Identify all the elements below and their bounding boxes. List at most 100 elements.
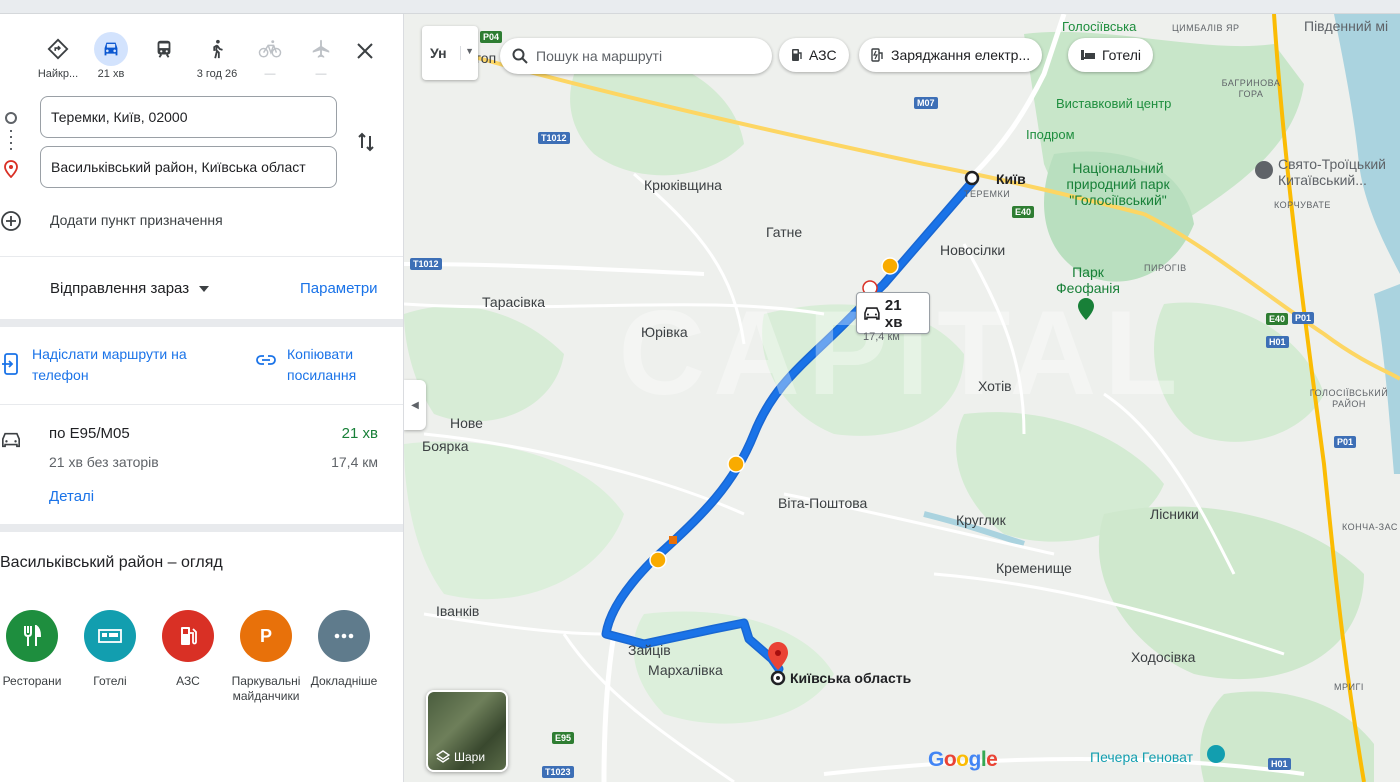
map-canvas[interactable]: CAPITAL Київ ТЕРЕМКИ Київська область Кр… <box>404 14 1400 782</box>
hotel-icon <box>84 610 136 662</box>
more-icon <box>318 610 370 662</box>
road-shield: E40 <box>1266 313 1289 325</box>
map-label-boiarka: Боярка <box>422 438 469 454</box>
parking-icon: P <box>240 610 292 662</box>
route-options-link[interactable]: Параметри <box>300 280 378 297</box>
map-label-koncha: КОНЧА-ЗАС <box>1342 522 1398 532</box>
train-icon <box>147 32 181 66</box>
link-icon <box>256 355 276 365</box>
mode-car[interactable]: 21 хв <box>86 32 136 80</box>
map-label-kruhlyk: Круглик <box>956 512 1006 528</box>
map-label-pivdennyi: Південний мі <box>1304 18 1389 34</box>
road-shield: T1012 <box>538 132 570 144</box>
category-more[interactable]: Докладніше <box>304 610 384 689</box>
mode-walk[interactable]: 3 год 26 <box>192 32 242 80</box>
destination-pin-icon <box>4 160 18 183</box>
car-icon <box>1 432 20 448</box>
map-label-hatne: Гатне <box>766 224 803 240</box>
map-label-pechera: Печера Геноват <box>1090 749 1194 765</box>
map-label-national-park: Національний природний парк "Голосіївськ… <box>1066 160 1170 208</box>
chip-hotels[interactable]: Готелі <box>1068 38 1153 72</box>
map-label-hop: гоп <box>476 50 497 66</box>
depart-label: Відправлення зараз <box>50 280 190 297</box>
map-label-novosilky: Новосілки <box>940 242 1006 258</box>
map-label-sviato-troitskyi: Свято-Троїцький Китаївський... <box>1278 156 1386 188</box>
chip-ev-charging[interactable]: Заряджання електр... <box>859 38 1043 72</box>
chip-gas-stations[interactable]: АЗС <box>779 38 849 72</box>
add-destination-button[interactable]: Додати пункт призначення <box>0 206 403 236</box>
caret-down-icon: ▼ <box>460 46 474 60</box>
origin-circle-icon <box>5 112 17 124</box>
search-along-route-input[interactable]: Пошук на маршруті <box>500 38 772 74</box>
route-inputs: Теремки, Київ, 02000 Васильківський райо… <box>0 96 403 196</box>
road-shield: E95 <box>552 732 575 744</box>
map-label-zaitsiv: Зайців <box>628 642 671 658</box>
mode-bike[interactable]: — <box>245 32 295 80</box>
language-label: Ун <box>430 45 447 61</box>
add-destination-label: Додати пункт призначення <box>50 212 223 228</box>
layers-label: Шари <box>454 750 486 764</box>
route-details-link[interactable]: Деталі <box>49 488 94 505</box>
bicycle-icon <box>253 32 287 66</box>
ev-charging-icon <box>871 48 883 62</box>
layers-button[interactable]: Шари <box>426 690 508 772</box>
mode-best[interactable]: Найкр... <box>33 32 83 80</box>
collapse-panel-button[interactable]: ◀ <box>404 380 426 430</box>
language-selector[interactable]: Ун ▼ <box>422 26 478 80</box>
map-base-layer <box>404 14 1400 782</box>
map-label-ivankiv: Іванків <box>436 603 480 619</box>
overview-title: Васильківський район – огляд <box>0 554 223 571</box>
depart-now-dropdown[interactable]: Відправлення зараз <box>50 280 210 297</box>
layers-icon <box>436 750 450 763</box>
map-label-yurivka: Юрівка <box>641 324 688 340</box>
route-option-card[interactable]: по E95/M05 21 хв 21 хв без заторів 17,4 … <box>0 420 403 530</box>
route-time-bubble[interactable]: 21 хв 17,4 км <box>856 292 930 343</box>
mode-transit[interactable] <box>139 32 189 68</box>
google-logo: Google <box>928 748 998 771</box>
send-to-phone-link[interactable]: Надіслати маршрути на телефон <box>32 344 232 386</box>
map-label-bahrynova: БАГРИНОВА ГОРА <box>1221 78 1281 99</box>
destination-input[interactable]: Васильківський район, Київська област <box>40 146 337 188</box>
divider <box>0 256 403 257</box>
map-label-khotiv: Хотів <box>978 378 1012 394</box>
road-shield: P01 <box>1334 436 1357 448</box>
category-gas-stations[interactable]: АЗС <box>148 610 228 689</box>
walk-icon <box>200 32 234 66</box>
close-icon <box>357 43 373 59</box>
road-shield: H01 <box>1268 758 1291 770</box>
map-label-mryhy: МРИГІ <box>1334 682 1364 692</box>
map-label-vita-poshtova: Віта-Поштова <box>778 495 868 511</box>
travel-mode-bar: Найкр... 21 хв 3 год 26 — — <box>0 14 403 94</box>
search-icon <box>512 48 528 64</box>
road-shield: H01 <box>1266 336 1289 348</box>
map-label-kremenyshche: Кременище <box>996 560 1072 576</box>
route-name: по E95/M05 <box>49 425 130 442</box>
mode-flight[interactable]: — <box>296 32 346 80</box>
bubble-time: 21 хв <box>884 297 903 331</box>
road-shield: M07 <box>914 97 938 109</box>
browser-top-strip <box>0 0 1400 14</box>
gas-station-icon <box>792 49 802 61</box>
map-label-tarasivka: Тарасівка <box>482 294 546 310</box>
road-shield: P04 <box>480 31 503 43</box>
category-restaurants[interactable]: Ресторани <box>0 610 72 689</box>
route-time: 21 хв <box>341 425 378 442</box>
share-section: Надіслати маршрути на телефон Копіювати … <box>0 344 403 404</box>
category-parking[interactable]: P Паркувальні майданчики <box>226 610 306 704</box>
map-label-holosiivska: Голосіївська <box>1062 19 1137 34</box>
map-label-khodosivka: Ходосівка <box>1131 649 1196 665</box>
hotel-icon <box>1081 50 1095 60</box>
swap-route-button[interactable] <box>354 130 378 154</box>
airplane-icon <box>304 32 338 66</box>
map-label-koruvate: КОРЧУВАТЕ <box>1274 200 1331 210</box>
copy-link-button[interactable]: Копіювати посилання <box>287 344 397 386</box>
close-directions-button[interactable] <box>352 38 378 64</box>
map-label-tsymbaliv: ЦИМБАЛІВ ЯР <box>1172 23 1240 33</box>
map-label-kriukivshchyna: Крюківщина <box>644 177 722 193</box>
route-traffic: 21 хв без заторів <box>49 454 159 470</box>
caret-down-icon <box>199 285 210 292</box>
divider <box>0 524 403 532</box>
road-shield: T1023 <box>542 766 574 778</box>
category-hotels[interactable]: Готелі <box>70 610 150 689</box>
origin-input[interactable]: Теремки, Київ, 02000 <box>40 96 337 138</box>
